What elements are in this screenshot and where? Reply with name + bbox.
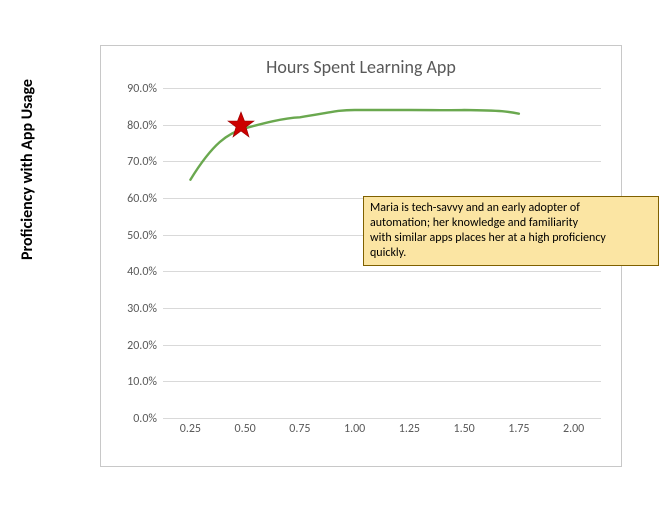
y-tick: 30.0%	[127, 302, 157, 316]
x-tick: 1.50	[453, 422, 474, 436]
annotation-line: with similar apps places her at a high p…	[370, 231, 652, 246]
y-tick: 0.0%	[133, 412, 157, 426]
y-tick: 50.0%	[127, 229, 157, 243]
x-tick: 2.00	[563, 422, 584, 436]
y-tick: 90.0%	[127, 82, 157, 96]
y-tick: 10.0%	[127, 375, 157, 389]
x-tick: 1.75	[508, 422, 529, 436]
chart-frame: Hours Spent Learning App 90.0% 80.0% 70.…	[100, 45, 622, 467]
x-tick: 1.00	[344, 422, 365, 436]
x-tick: 0.50	[234, 422, 255, 436]
y-tick: 20.0%	[127, 339, 157, 353]
annotation-box: Maria is tech-savvy and an early adopter…	[363, 196, 659, 266]
x-tick: 1.25	[399, 422, 420, 436]
chart-title: Hours Spent Learning App	[101, 46, 621, 86]
annotation-line: quickly.	[370, 246, 652, 261]
y-tick: 40.0%	[127, 265, 157, 279]
plot-region: 90.0% 80.0% 70.0% 60.0% 50.0% 40.0% 30.0…	[163, 88, 601, 418]
y-tick: 70.0%	[127, 155, 157, 169]
x-tick: 0.25	[180, 422, 201, 436]
annotation-line: automation; her knowledge and familiarit…	[370, 216, 652, 231]
y-axis-label: Proficiency with App Usage	[18, 79, 37, 260]
y-tick: 60.0%	[127, 192, 157, 206]
annotation-line: Maria is tech-savvy and an early adopter…	[370, 201, 652, 216]
y-tick: 80.0%	[127, 119, 157, 133]
x-tick: 0.75	[289, 422, 310, 436]
